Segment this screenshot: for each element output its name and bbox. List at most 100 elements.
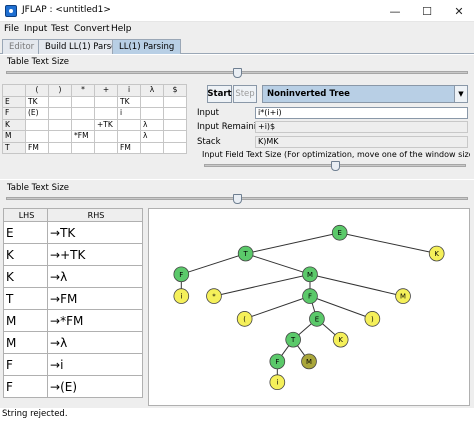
parse-table-cell[interactable]: TK: [117, 95, 141, 108]
title-bar: JFLAP : <untitled1> — ☐ ✕: [0, 0, 474, 22]
production-lhs[interactable]: M: [3, 331, 48, 354]
tree-node[interactable]: M: [301, 353, 317, 370]
production-rhs-text: FM: [60, 291, 78, 306]
production-rhs[interactable]: →λ: [47, 331, 143, 354]
parse-table-cell[interactable]: FM: [117, 141, 141, 154]
production-lhs[interactable]: M: [3, 309, 48, 332]
parse-table-cell[interactable]: TK: [25, 95, 49, 108]
tab-ll1-parsing[interactable]: LL(1) Parsing: [112, 39, 182, 54]
tree-node[interactable]: M: [395, 288, 411, 304]
parse-table-cell[interactable]: [71, 141, 95, 154]
step-button[interactable]: Step: [233, 85, 257, 103]
grammar-row: M →λ: [3, 331, 143, 354]
production-rhs[interactable]: →+TK: [47, 243, 143, 266]
parse-table-cell[interactable]: [48, 118, 72, 131]
parse-table-cell[interactable]: λ: [140, 130, 164, 143]
tree-node[interactable]: i: [173, 288, 190, 304]
close-button[interactable]: ✕: [444, 0, 474, 22]
start-button[interactable]: Start: [207, 85, 232, 103]
tree-node[interactable]: ): [364, 311, 381, 327]
tab-build-ll1-parse[interactable]: Build LL(1) Parse: [38, 39, 124, 54]
parse-table-cell[interactable]: [94, 107, 118, 120]
parse-table-cell[interactable]: λ: [140, 118, 164, 131]
parse-table-cell[interactable]: [140, 107, 164, 120]
tree-node[interactable]: E: [331, 224, 348, 241]
parse-table-cell[interactable]: *FM: [71, 130, 95, 143]
tree-node[interactable]: F: [173, 266, 190, 283]
tree-node[interactable]: F: [302, 288, 318, 304]
production-lhs[interactable]: K: [3, 265, 48, 288]
parse-table-cell[interactable]: [163, 118, 187, 131]
tree-node[interactable]: *: [206, 288, 222, 304]
parse-table-cell[interactable]: [48, 130, 72, 143]
rhs-header: RHS: [47, 208, 143, 222]
parse-table-cell[interactable]: [71, 107, 95, 120]
parse-table-cell[interactable]: [117, 118, 141, 131]
parse-table-cell[interactable]: [163, 95, 187, 108]
parse-table-cell[interactable]: [94, 130, 118, 143]
parse-table-cell[interactable]: [25, 130, 49, 143]
parse-table-cell[interactable]: [163, 130, 187, 143]
tree-node[interactable]: T: [285, 331, 301, 348]
tree-node[interactable]: (: [236, 311, 253, 327]
parse-table-cell[interactable]: FM: [25, 141, 49, 154]
tree-node[interactable]: T: [237, 245, 254, 262]
production-lhs[interactable]: K: [3, 243, 48, 266]
parse-table-column-header: *: [71, 84, 95, 97]
bottom-table-text-size-label: Table Text Size: [7, 183, 70, 193]
parse-table-cell[interactable]: i: [117, 107, 141, 120]
parse-table-cell[interactable]: [71, 95, 95, 108]
tab-editor[interactable]: Editor: [2, 39, 42, 54]
parse-table-cell[interactable]: [71, 118, 95, 131]
menu-help[interactable]: Help: [111, 24, 132, 34]
production-lhs[interactable]: E: [3, 221, 48, 244]
production-rhs[interactable]: →TK: [47, 221, 143, 244]
parse-table-cell[interactable]: [140, 141, 164, 154]
production-lhs[interactable]: T: [3, 287, 48, 310]
production-lhs[interactable]: F: [3, 353, 48, 376]
tree-node[interactable]: i: [269, 374, 286, 391]
grammar-row: E →TK: [3, 221, 143, 244]
production-rhs-text: (E): [60, 379, 78, 394]
tree-node[interactable]: K: [428, 245, 445, 262]
view-mode-select[interactable]: Noninverted Tree ▼: [262, 85, 468, 103]
parse-table-cell[interactable]: (E): [25, 107, 49, 120]
parse-table-cell[interactable]: [48, 141, 72, 154]
production-rhs[interactable]: →λ: [47, 265, 143, 288]
parse-table-cell[interactable]: [25, 118, 49, 131]
menu-file[interactable]: File: [4, 24, 19, 34]
tree-node-label: F: [308, 293, 312, 301]
parse-table-cell[interactable]: [163, 107, 187, 120]
production-rhs[interactable]: →(E): [47, 375, 143, 398]
minimize-button[interactable]: —: [380, 0, 410, 22]
production-rhs[interactable]: →*FM: [47, 309, 143, 332]
tree-node[interactable]: F: [269, 353, 286, 370]
input-field[interactable]: i*(i+i): [255, 107, 468, 119]
parse-table-cell[interactable]: [140, 95, 164, 108]
menu-convert[interactable]: Convert: [74, 24, 110, 34]
grammar-row: M →*FM: [3, 309, 143, 332]
tree-node[interactable]: M: [302, 266, 318, 283]
production-rhs[interactable]: →FM: [47, 287, 143, 310]
bottom-table-text-size-slider[interactable]: [232, 194, 242, 204]
tree-node[interactable]: K: [332, 331, 349, 348]
maximize-button[interactable]: ☐: [412, 0, 442, 22]
parse-table-cell[interactable]: [163, 141, 187, 154]
table-text-size-slider[interactable]: [232, 68, 242, 78]
parse-table-cell[interactable]: [48, 95, 72, 108]
parse-table-cell[interactable]: +TK: [94, 118, 118, 131]
parse-table-cell[interactable]: [117, 130, 141, 143]
menu-input[interactable]: Input: [24, 24, 47, 34]
production-lhs[interactable]: F: [3, 375, 48, 398]
ll1-parse-table: ( ) * + i λ $ E TK TK F (E) i K +TK λ M …: [2, 84, 187, 154]
parse-table-cell[interactable]: [94, 141, 118, 154]
parse-table-cell[interactable]: [48, 107, 72, 120]
tree-node[interactable]: E: [309, 311, 325, 327]
arrow-icon: →: [50, 225, 61, 240]
menu-test[interactable]: Test: [51, 24, 69, 34]
chevron-down-icon[interactable]: ▼: [454, 86, 467, 102]
input-text-size-slider[interactable]: [330, 161, 340, 171]
tree-node-label: ): [371, 315, 374, 323]
production-rhs[interactable]: →i: [47, 353, 143, 376]
parse-table-cell[interactable]: [94, 95, 118, 108]
